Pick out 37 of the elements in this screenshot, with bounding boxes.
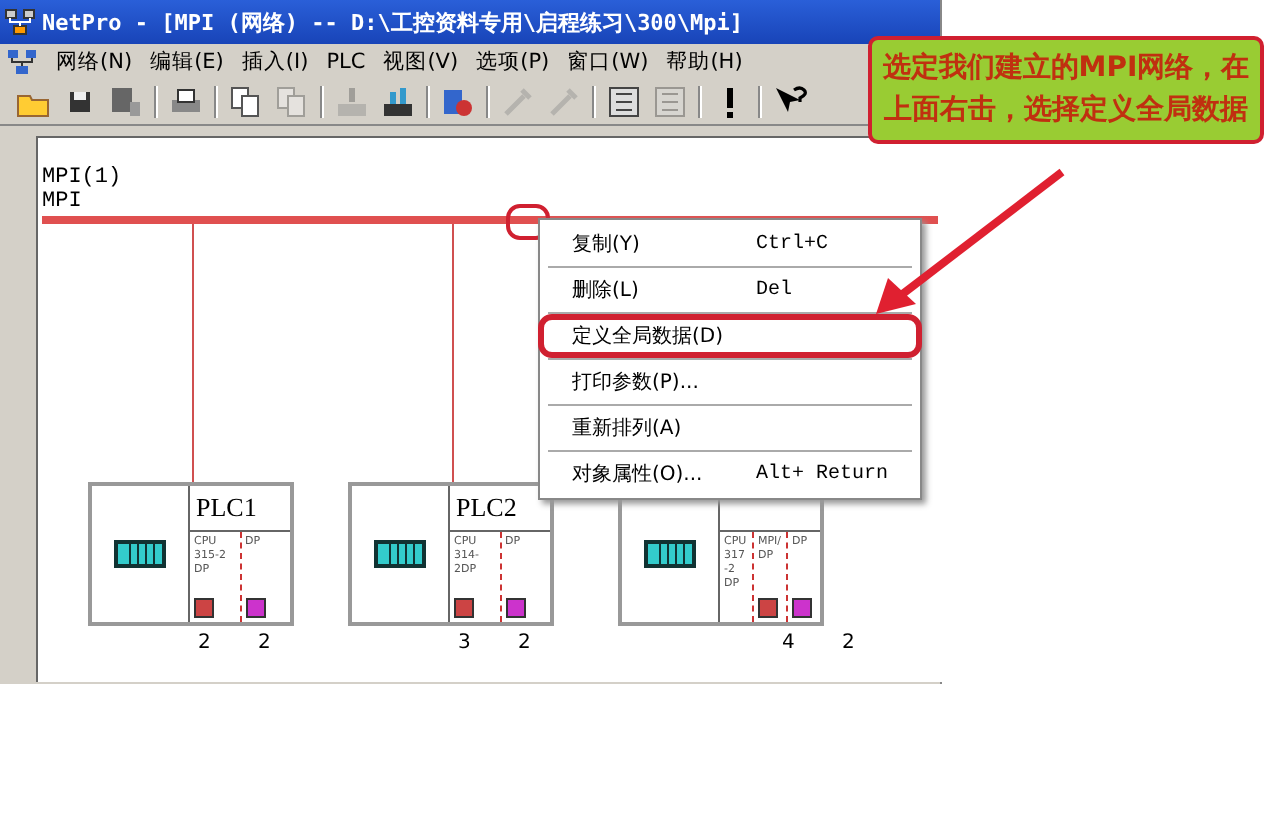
port-square[interactable] [245,598,265,618]
node-address: 2 [258,632,271,654]
rack-icon [374,540,426,568]
menu-item[interactable]: 帮助(H) [666,48,743,76]
menu-item[interactable]: 插入(I) [241,48,309,76]
computer-icon[interactable] [108,84,144,120]
station-name: PLC1 [196,492,257,522]
menu-item[interactable]: 编辑(E) [150,48,224,76]
station-icon[interactable] [440,84,476,120]
menu-item[interactable]: 网络(N) [56,48,133,76]
catalog-icon[interactable] [606,84,642,120]
menu-item[interactable]: 删除(L) Del [540,270,920,310]
callout-box: 选定我们建立的MPI网络，在上面右击，选择定义全局数据 [868,36,1264,144]
node-address: 4 [782,632,795,654]
rack-icon [644,540,696,568]
copy-icon[interactable] [228,84,264,120]
menu-item[interactable]: 窗口(W) [567,48,649,76]
node-address: 2 [842,632,855,654]
node-address: 3 [458,632,471,654]
port-square[interactable] [505,598,525,618]
node-address: 2 [198,632,211,654]
menu-item[interactable]: 定义全局数据(D) [540,316,920,356]
station-name: PLC2 [456,492,517,522]
node-address: 2 [518,632,531,654]
chart-icon[interactable] [380,84,416,120]
menu-item[interactable]: 打印参数(P)... [540,362,920,402]
rack-icon [114,540,166,568]
network-type: MPI [42,190,82,214]
network-icon [6,48,38,76]
menu-item[interactable]: 选项(P) [476,48,550,76]
network-app-icon [4,6,36,38]
title-text: NetPro - [MPI (网络) -- D:\工控资料专用\启程练习\300\Mpi] [42,7,744,37]
menu-item[interactable]: 复制(Y) Ctrl+C [540,224,920,264]
menu-item[interactable]: 视图(V) [383,48,459,76]
network-name: MPI(1) [42,166,122,190]
menu-item[interactable]: 重新排列(A) [540,408,920,448]
menu-item[interactable]: PLC [326,50,366,74]
